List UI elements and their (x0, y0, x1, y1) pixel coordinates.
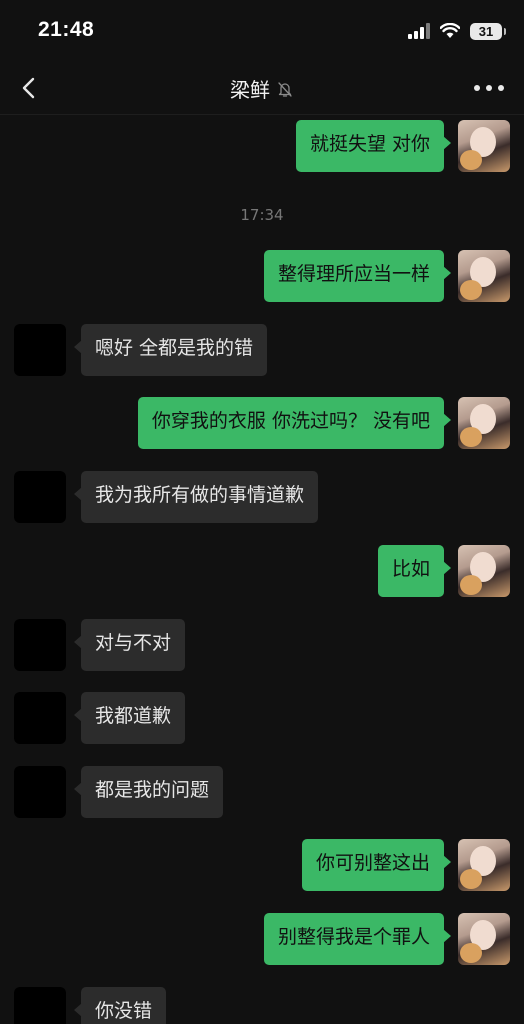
signal-icon (408, 23, 430, 39)
message-bubble[interactable]: 你穿我的衣服 你洗过吗？ 没有吧 (137, 397, 452, 449)
wifi-icon (440, 23, 460, 38)
my-avatar[interactable] (458, 839, 510, 891)
message-bubble[interactable]: 你没错 (73, 987, 167, 1024)
message-row: 嗯好 全都是我的错 (14, 324, 268, 376)
my-avatar[interactable] (458, 250, 510, 302)
message-bubble[interactable]: 整得理所应当一样 (263, 250, 452, 302)
message-bubble[interactable]: 嗯好 全都是我的错 (73, 324, 268, 376)
my-avatar[interactable] (458, 120, 510, 172)
mute-icon (278, 81, 292, 97)
status-icons: 31 (408, 20, 506, 42)
header-divider (0, 114, 524, 115)
battery-icon: 31 (470, 22, 506, 40)
message-bubble[interactable]: 我为我所有做的事情道歉 (73, 471, 319, 523)
my-avatar[interactable] (458, 913, 510, 965)
message-bubble[interactable]: 我都道歉 (73, 692, 186, 744)
my-avatar[interactable] (458, 397, 510, 449)
message-row: 比如 (377, 545, 510, 597)
contact-avatar[interactable] (14, 692, 66, 744)
status-time: 21:48 (38, 18, 95, 41)
message-row: 整得理所应当一样 (263, 250, 510, 302)
message-row: 都是我的问题 (14, 766, 224, 818)
message-bubble[interactable]: 别整得我是个罪人 (263, 913, 452, 965)
contact-avatar[interactable] (14, 987, 66, 1024)
status-bar: 21:48 31 (0, 0, 524, 60)
contact-avatar[interactable] (14, 619, 66, 671)
message-row: 你没错 (14, 987, 167, 1024)
more-icon[interactable] (474, 80, 504, 96)
message-bubble[interactable]: 就挺失望 对你 (295, 120, 452, 172)
message-row: 对与不对 (14, 619, 186, 671)
message-row: 我都道歉 (14, 692, 186, 744)
message-row: 别整得我是个罪人 (263, 913, 510, 965)
chat-header: 梁鲜 (0, 62, 524, 114)
message-bubble[interactable]: 对与不对 (73, 619, 186, 671)
message-timestamp: 17:34 (240, 206, 284, 224)
contact-avatar[interactable] (14, 766, 66, 818)
chat-title: 梁鲜 (0, 74, 524, 103)
message-bubble[interactable]: 你可别整这出 (301, 839, 452, 891)
contact-avatar[interactable] (14, 324, 66, 376)
message-bubble[interactable]: 比如 (377, 545, 452, 597)
message-row: 你可别整这出 (301, 839, 510, 891)
contact-name: 梁鲜 (230, 78, 270, 102)
message-bubble[interactable]: 都是我的问题 (73, 766, 224, 818)
my-avatar[interactable] (458, 545, 510, 597)
message-row: 我为我所有做的事情道歉 (14, 471, 319, 523)
message-row: 你穿我的衣服 你洗过吗？ 没有吧 (137, 397, 510, 449)
message-row: 就挺失望 对你 (295, 120, 510, 172)
contact-avatar[interactable] (14, 471, 66, 523)
